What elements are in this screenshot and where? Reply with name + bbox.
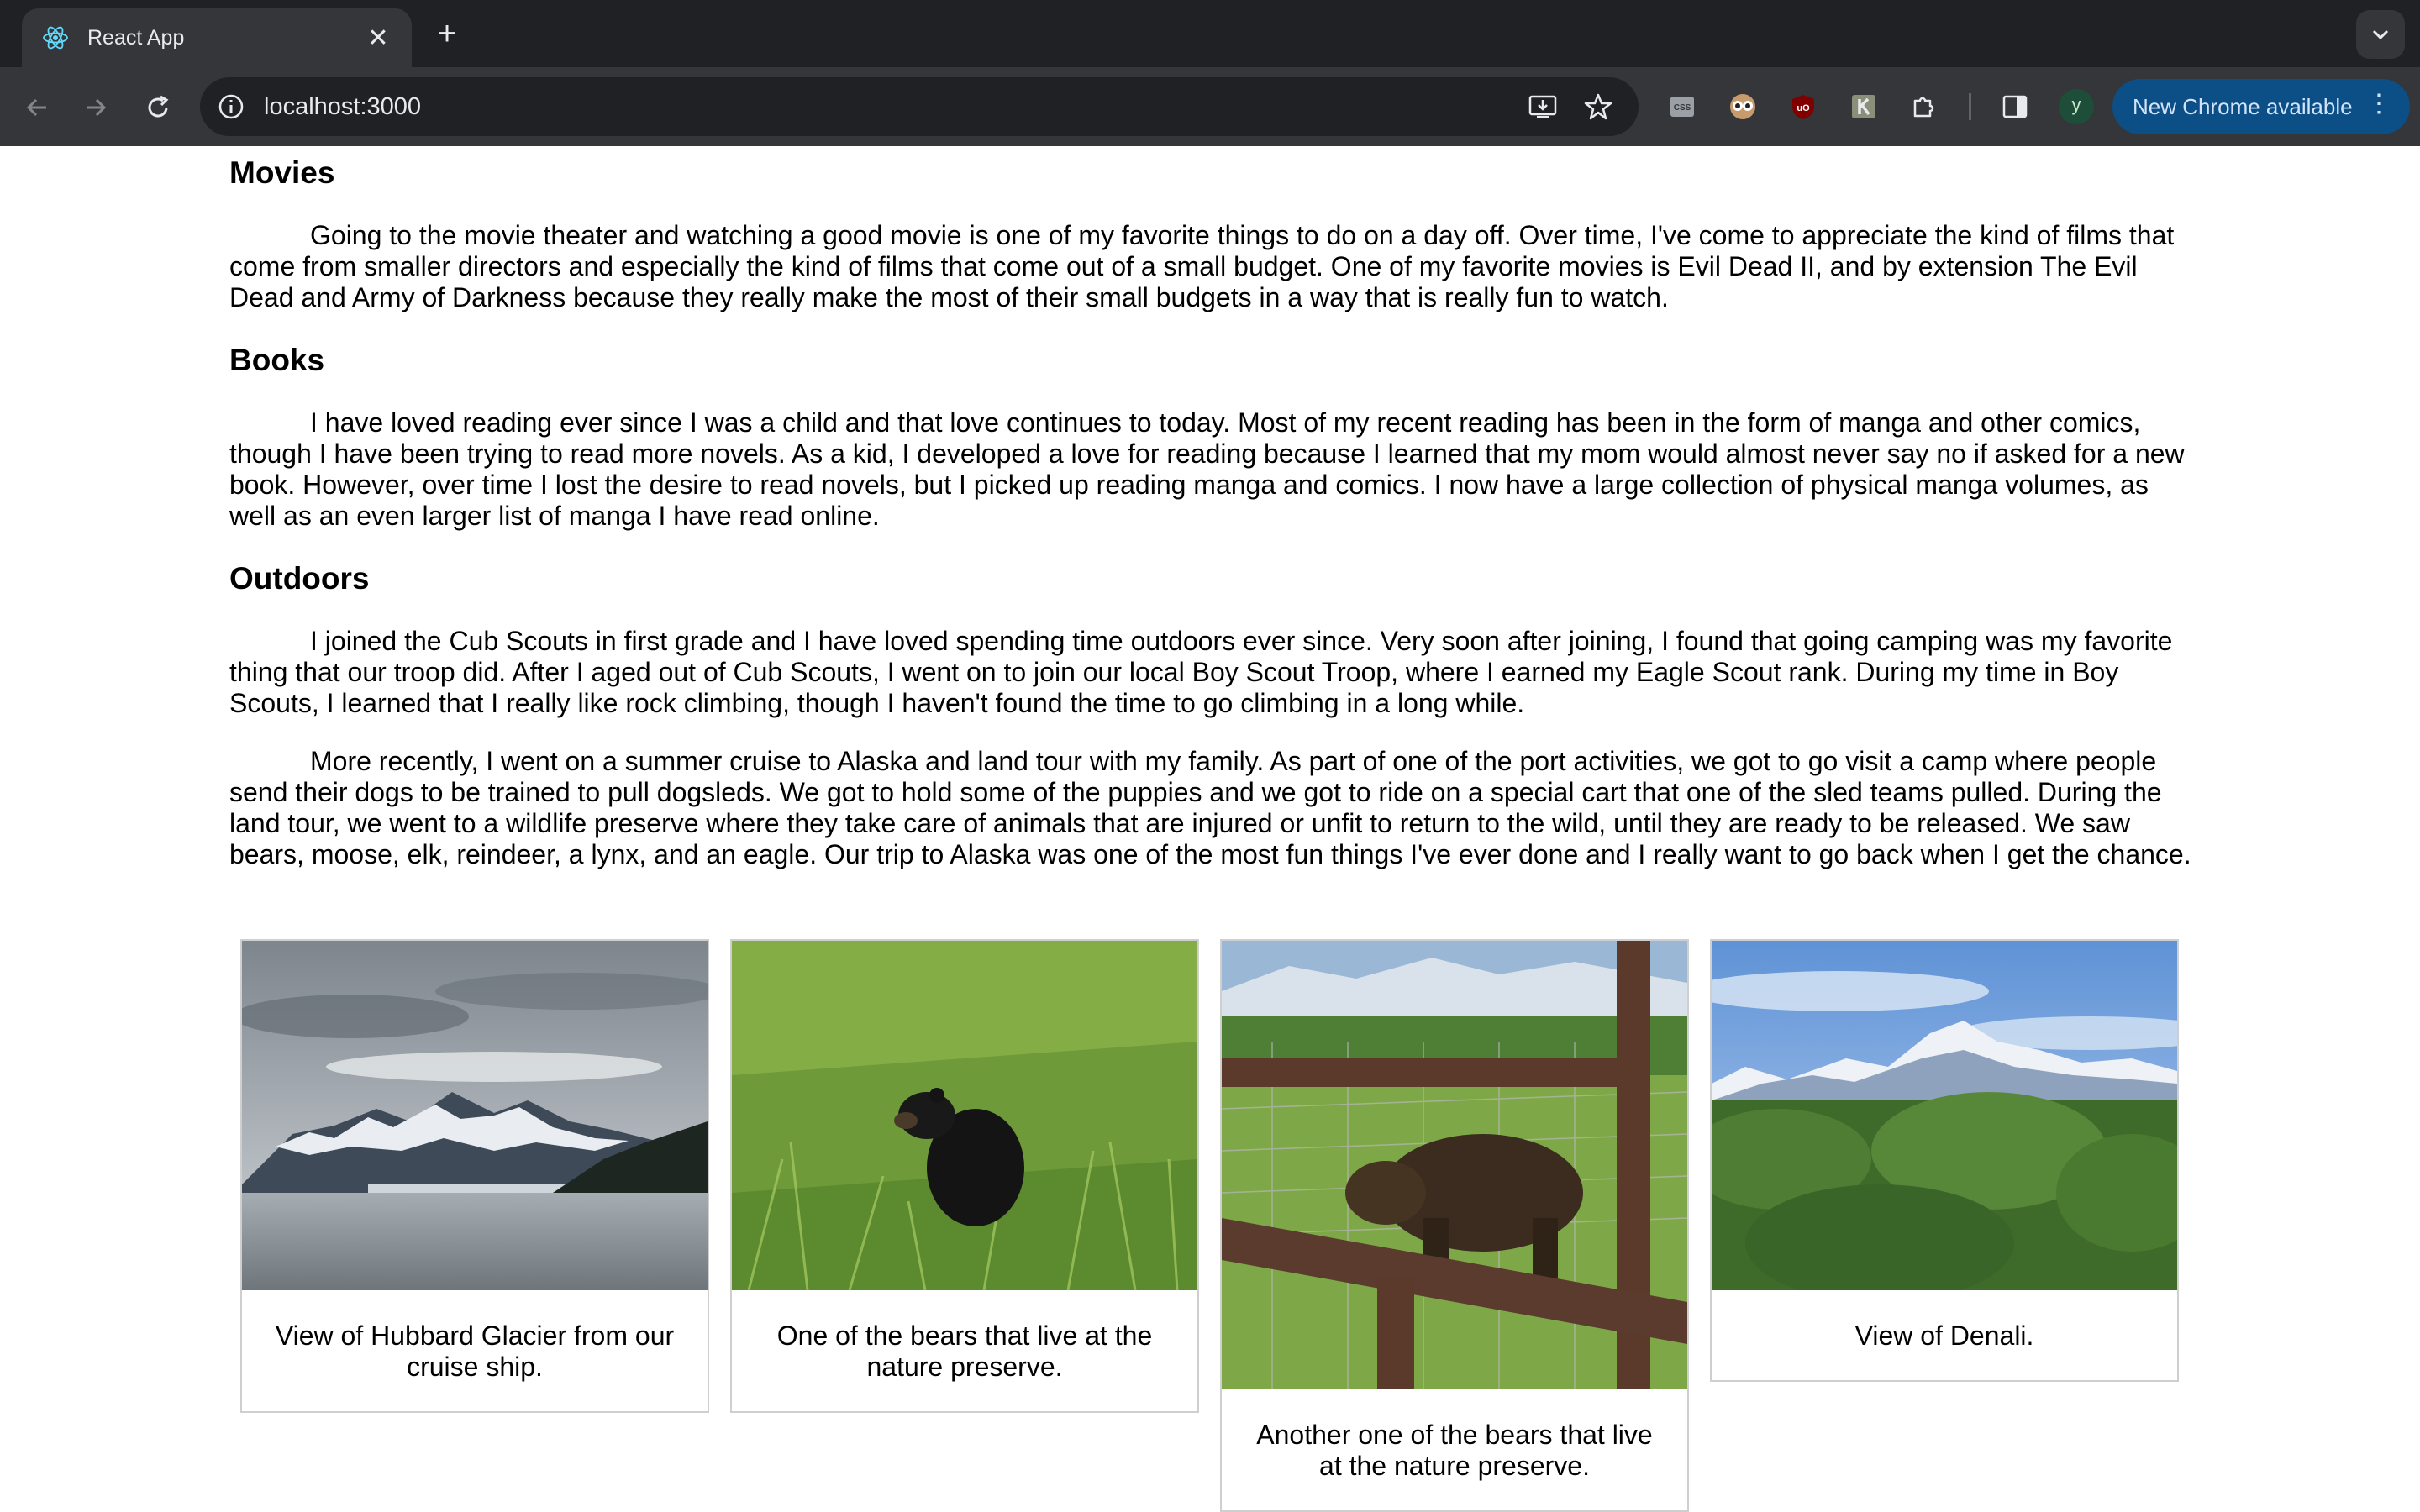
tab-strip: React App ✕ + [0, 0, 2420, 67]
reload-icon[interactable] [136, 86, 180, 129]
owl-extension-icon[interactable] [1726, 90, 1760, 123]
ublock-shield-icon[interactable]: uO [1786, 90, 1820, 123]
toolbar-divider [1969, 93, 1971, 120]
css-extension-icon[interactable]: CSS [1665, 90, 1699, 123]
photo-caption: View of Denali. [1854, 1320, 2034, 1351]
photo-gallery: View of Hubbard Glacier from our cruise … [240, 939, 2181, 1512]
tab-search-icon[interactable] [2356, 10, 2405, 59]
profile-avatar[interactable]: y [2059, 89, 2094, 124]
photo-caption: One of the bears that live at the nature… [776, 1320, 1153, 1382]
hubbard-glacier-photo [242, 941, 708, 1290]
denali-photo [1712, 941, 2177, 1290]
close-tab-icon[interactable]: ✕ [365, 24, 392, 53]
react-logo-icon [42, 24, 69, 51]
k-extension-icon[interactable] [1847, 90, 1881, 123]
site-info-icon[interactable] [215, 91, 247, 123]
browser-toolbar: localhost:3000 CSS uO y New Chrome avail… [0, 67, 2420, 146]
svg-text:uO: uO [1797, 103, 1810, 113]
section-heading-outdoors: Outdoors [229, 561, 370, 596]
tab-title: React App [87, 25, 185, 50]
photo-caption: View of Hubbard Glacier from our cruise … [275, 1320, 675, 1382]
outdoors-paragraph-2: More recently, I went on a summer cruise… [229, 746, 2191, 869]
bear-in-grass-photo [732, 941, 1197, 1290]
new-tab-icon[interactable]: + [429, 15, 466, 52]
gallery-card: View of Hubbard Glacier from our cruise … [240, 939, 709, 1413]
browser-tab[interactable]: React App ✕ [22, 8, 412, 67]
svg-text:CSS: CSS [1674, 103, 1691, 113]
movies-paragraph: Going to the movie theater and watching … [229, 220, 2175, 312]
page-content: Movies Going to the movie theater and wa… [229, 146, 2196, 870]
photo-caption: Another one of the bears that live at th… [1256, 1420, 1653, 1481]
gallery-card: One of the bears that live at the nature… [730, 939, 1199, 1413]
bookmark-star-icon[interactable] [1581, 90, 1615, 123]
gallery-card: Another one of the bears that live at th… [1220, 939, 1689, 1512]
back-arrow-icon[interactable] [15, 86, 59, 129]
address-bar[interactable]: localhost:3000 [200, 77, 1639, 136]
more-options-icon[interactable]: ⋮ [2366, 89, 2391, 118]
forward-arrow-icon[interactable] [74, 86, 118, 129]
url-text[interactable]: localhost:3000 [264, 93, 421, 121]
section-heading-movies: Movies [229, 155, 335, 190]
extensions-puzzle-icon[interactable] [1907, 90, 1941, 123]
gallery-card: View of Denali. [1710, 939, 2179, 1382]
bear-at-fence-photo [1222, 941, 1687, 1389]
new-chrome-available-button[interactable]: New Chrome available ⋮ [2112, 79, 2410, 134]
outdoors-paragraph-1: I joined the Cub Scouts in first grade a… [229, 626, 2173, 718]
update-button-label: New Chrome available [2133, 93, 2353, 119]
side-panel-icon[interactable] [1998, 90, 2032, 123]
section-heading-books: Books [229, 343, 325, 377]
books-paragraph: I have loved reading ever since I was a … [229, 407, 2185, 531]
install-app-icon[interactable] [1526, 90, 1560, 123]
